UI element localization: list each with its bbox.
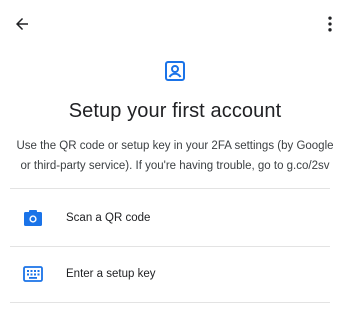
option-label: Scan a QR code (66, 212, 151, 224)
camera-icon (20, 205, 46, 231)
enter-setup-key-option[interactable]: Enter a setup key (10, 246, 330, 302)
keyboard-icon (20, 261, 46, 287)
account-box-icon (165, 61, 185, 81)
back-button[interactable] (10, 12, 34, 36)
top-app-bar (0, 0, 350, 48)
divider (10, 302, 330, 303)
more-vert-icon (328, 16, 332, 32)
page-title: Setup your first account (68, 100, 282, 122)
option-label: Enter a setup key (66, 268, 156, 280)
more-options-button[interactable] (318, 12, 342, 36)
divider (10, 188, 330, 189)
page-description: Use the QR code or setup key in your 2FA… (16, 140, 334, 172)
scan-qr-code-option[interactable]: Scan a QR code (10, 190, 330, 246)
arrow-back-icon (16, 18, 28, 30)
